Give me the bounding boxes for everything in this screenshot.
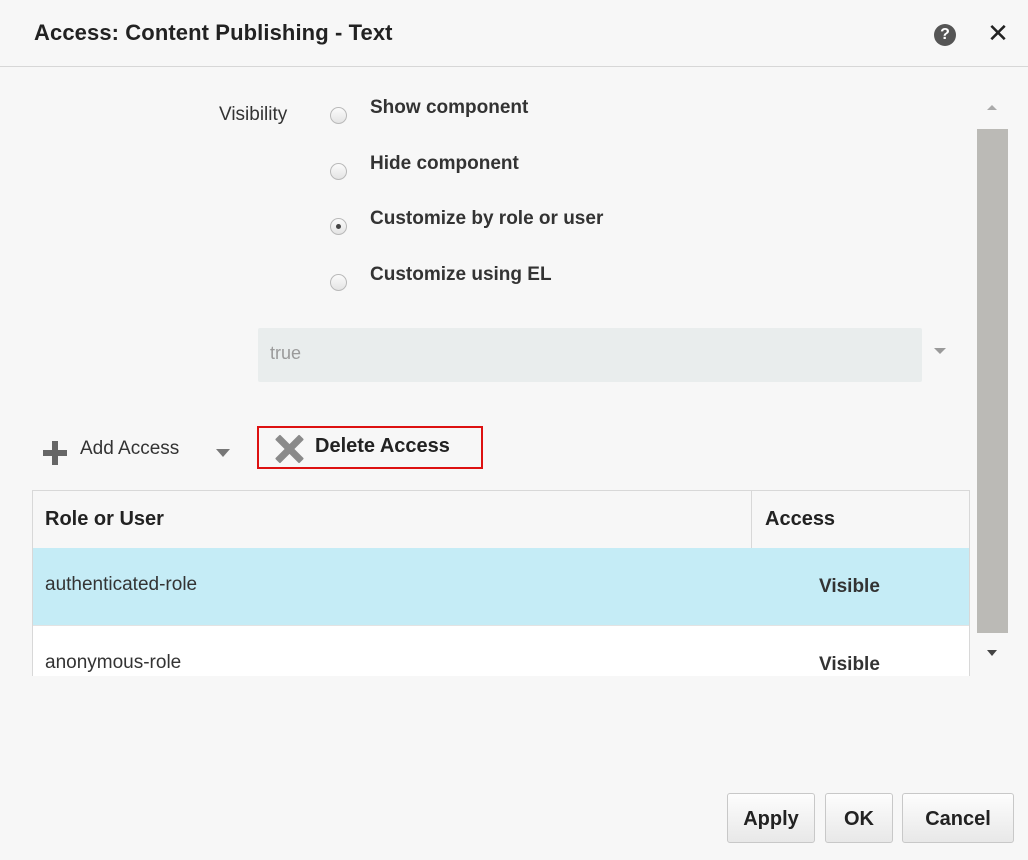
visibility-label: Visibility [219,104,288,125]
dropdown-caret-icon[interactable] [216,449,230,457]
apply-button[interactable]: Apply [727,793,815,843]
plus-icon [40,438,70,468]
help-icon[interactable]: ? [934,24,956,46]
access-cell[interactable]: Visible [819,654,880,676]
dialog-header: Access: Content Publishing - Text ? ✕ [0,0,1028,67]
access-cell[interactable]: Visible [819,576,880,598]
role-cell: anonymous-role [45,652,182,673]
column-header-access[interactable]: Access [765,508,835,531]
radio-button-icon[interactable] [330,274,347,291]
vertical-scrollbar[interactable] [975,87,1009,671]
close-icon[interactable]: ✕ [986,20,1010,46]
radio-label[interactable]: Show component [370,97,528,119]
table-row[interactable]: authenticated-role Visible [33,548,969,626]
radio-button-icon[interactable] [330,107,347,124]
cancel-button[interactable]: Cancel [902,793,1014,843]
delete-x-icon [273,434,305,462]
radio-label[interactable]: Hide component [370,153,519,175]
radio-label[interactable]: Customize using EL [370,264,552,286]
scroll-up-arrow-icon[interactable] [987,105,997,110]
table-row[interactable]: anonymous-role Visible [33,626,969,676]
column-divider [751,491,752,548]
el-expression-value: true [270,343,302,363]
el-expression-field: true [258,328,922,382]
chevron-down-icon [934,348,946,354]
delete-access-label[interactable]: Delete Access [315,435,450,458]
radio-button-icon[interactable] [330,163,347,180]
radio-button-checked-icon[interactable] [330,218,347,235]
scrollbar-thumb[interactable] [977,129,1008,633]
column-header-role[interactable]: Role or User [45,508,164,531]
delete-access-button[interactable]: Delete Access [257,426,483,469]
dialog-title: Access: Content Publishing - Text [34,20,393,45]
scroll-down-arrow-icon[interactable] [987,650,997,656]
ok-button[interactable]: OK [825,793,893,843]
radio-label[interactable]: Customize by role or user [370,208,603,230]
add-access-label[interactable]: Add Access [80,438,179,460]
role-cell: authenticated-role [45,574,198,595]
access-dialog: Access: Content Publishing - Text ? ✕ Vi… [0,0,1028,860]
access-table: Role or User Access authenticated-role V… [32,490,970,676]
dialog-content: Visibility Show component Hide component… [0,67,1028,687]
table-header: Role or User Access [33,491,969,549]
